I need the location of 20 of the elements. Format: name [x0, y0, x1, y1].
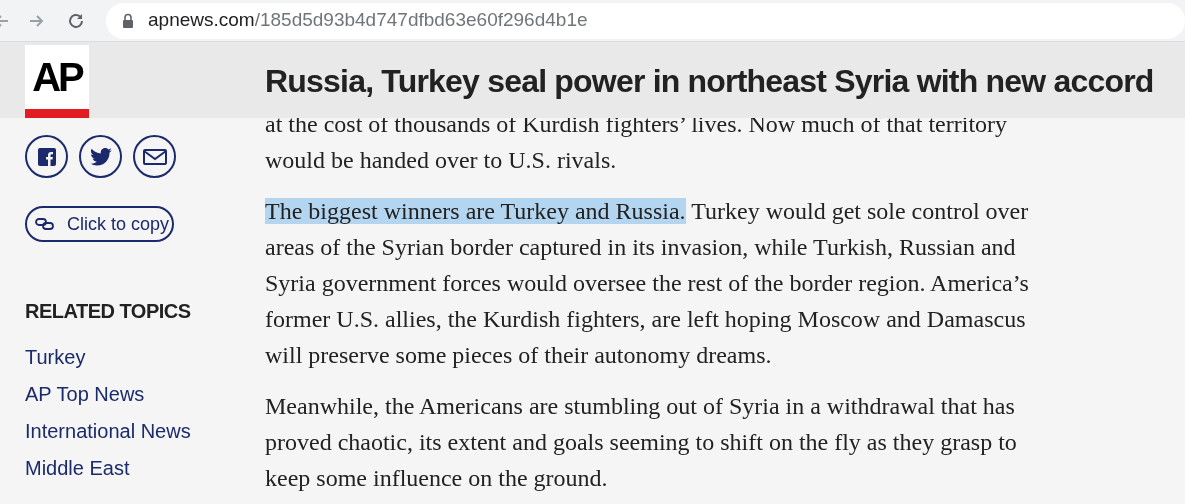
twitter-share-button[interactable] — [79, 135, 122, 178]
copy-link-button[interactable]: Click to copy — [25, 206, 174, 242]
url-text: apnews.com/185d5d93b4d747dfbd63e60f296d4b1e — [148, 8, 588, 33]
headline: Russia, Turkey seal power in northeast Syria with new accord — [265, 62, 1154, 101]
ap-logo[interactable]: AP — [25, 45, 89, 118]
email-share-button[interactable] — [133, 135, 176, 178]
article-paragraph: The biggest winners are Turkey and Russia. Turkey would get sole control over areas of the Syrian border captured in its invasion, while Turkish, Russian and Syria government forces would oversee the rest of the border region. America’s former U.S. allies, the Kurdish fighters, are left hoping Moscow and Damascus will preserve some pieces of their autonomy dreams. — [265, 197, 1030, 370]
lock-icon — [122, 13, 134, 28]
bird-icon — [89, 147, 112, 166]
facebook-icon — [37, 147, 56, 166]
envelope-icon — [142, 148, 167, 165]
link-icon — [35, 218, 54, 230]
topic-link[interactable]: International News — [25, 418, 265, 445]
address-bar[interactable]: apnews.com/185d5d93b4d747dfbd63e60f296d4b1e — [106, 2, 1185, 39]
topic-link[interactable]: Middle East — [25, 455, 265, 482]
facebook-share-button[interactable] — [25, 135, 68, 178]
topic-link[interactable]: AP Top News — [25, 381, 265, 408]
article-paragraph: Meanwhile, the Americans are stumbling out of Syria in a withdrawal that has proved chaotic, its extent and goals seeming to shift on the fly as they grasp to keep some influence on the ground. — [265, 392, 1018, 493]
topic-link[interactable]: Turkey — [25, 344, 265, 371]
related-topics-heading: RELATED TOPICS — [25, 299, 192, 324]
